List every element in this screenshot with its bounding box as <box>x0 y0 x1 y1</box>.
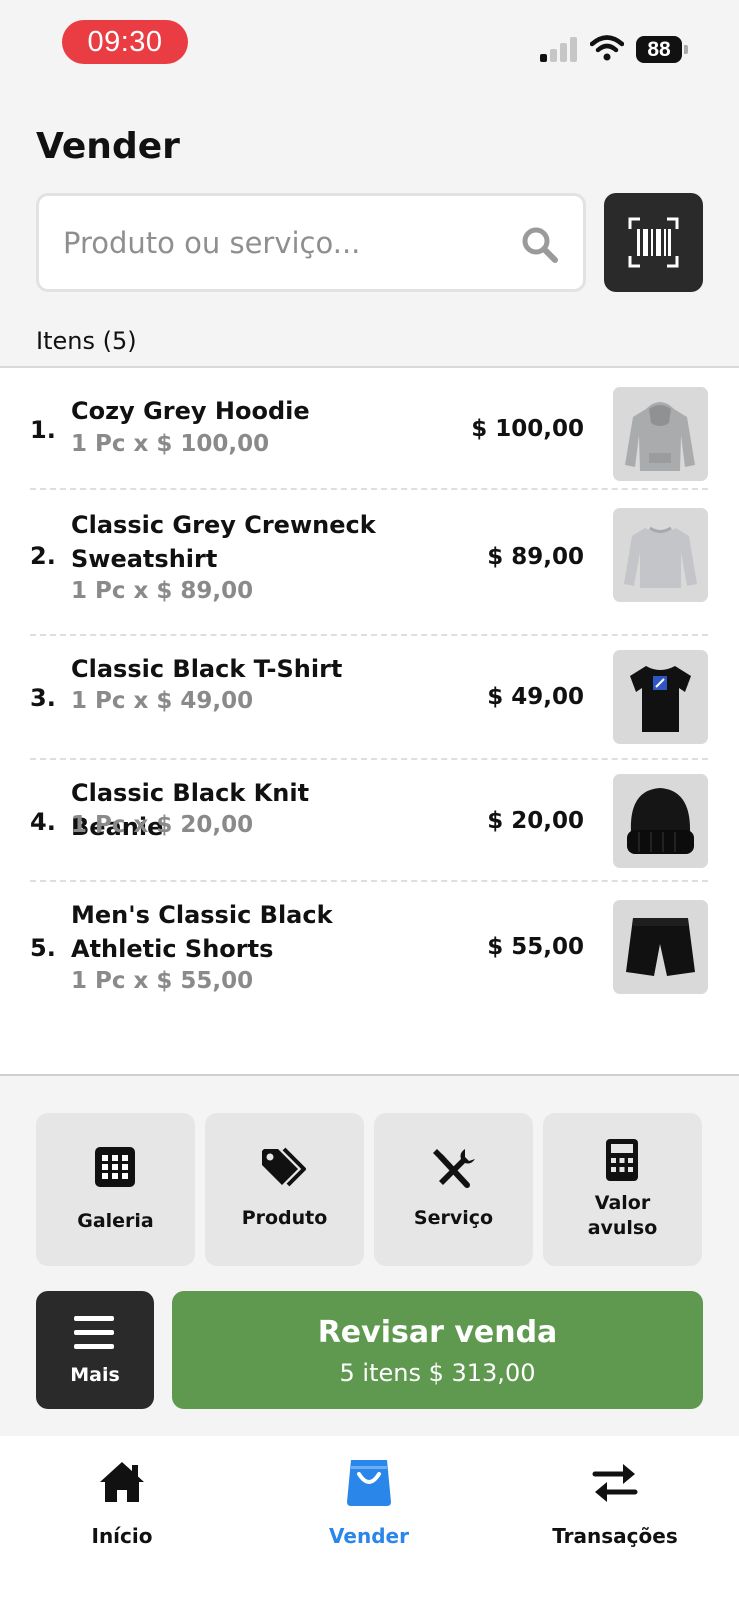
item-index: 1. <box>30 416 56 444</box>
search-icon[interactable] <box>521 226 559 264</box>
product-image-black-tshirt <box>613 650 708 744</box>
product-image-grey-hoodie <box>613 387 708 481</box>
tags-icon <box>262 1147 306 1187</box>
nav-label: Transações <box>552 1524 678 1548</box>
item-total: $ 100,00 <box>471 416 584 442</box>
item-index: 4. <box>30 808 56 836</box>
item-total: $ 89,00 <box>487 544 584 570</box>
list-item[interactable]: 5. Men's Classic Black Athletic Shorts 1… <box>30 898 708 1014</box>
item-quantity: 1 Pc x $ 89,00 <box>71 578 254 604</box>
item-quantity: 1 Pc x $ 20,00 <box>71 812 254 838</box>
review-sale-title: Revisar venda <box>317 1315 558 1350</box>
battery-icon: 88 <box>636 36 688 63</box>
list-item[interactable]: 1. Cozy Grey Hoodie 1 Pc x $ 100,00 $ 10… <box>30 386 708 482</box>
item-quantity: 1 Pc x $ 100,00 <box>71 431 270 457</box>
review-sale-button[interactable]: Revisar venda 5 itens $ 313,00 <box>172 1291 703 1409</box>
tile-service[interactable]: Serviço <box>374 1113 533 1266</box>
shopping-bag-icon <box>347 1460 391 1506</box>
product-image-black-shorts <box>613 900 708 994</box>
item-name: Classic Grey Crewneck Sweatshirt <box>71 511 376 573</box>
tile-gallery[interactable]: Galeria <box>36 1113 195 1266</box>
tile-label: Serviço <box>413 1207 494 1229</box>
more-label: Mais <box>70 1364 120 1386</box>
item-name: Classic Black T-Shirt <box>71 655 343 683</box>
nav-item-transactions[interactable]: Transações <box>515 1460 715 1580</box>
bottom-nav: Início Vender Transações <box>0 1436 739 1600</box>
product-image-grey-sweatshirt <box>613 508 708 602</box>
cellular-signal-icon <box>540 36 578 62</box>
home-icon <box>100 1462 144 1502</box>
nav-item-sell[interactable]: Vender <box>269 1460 469 1580</box>
list-item[interactable]: 3. Classic Black T-Shirt 1 Pc x $ 49,00 … <box>30 650 708 748</box>
nav-label: Vender <box>329 1524 409 1548</box>
item-total: $ 20,00 <box>487 808 584 834</box>
status-time: 09:30 <box>62 20 188 64</box>
item-index: 3. <box>30 684 56 712</box>
search-box[interactable] <box>36 193 586 292</box>
tools-icon <box>433 1149 475 1188</box>
status-bar: 09:30 88 <box>0 0 739 90</box>
barcode-scan-icon <box>628 217 679 268</box>
item-quantity: 1 Pc x $ 49,00 <box>71 688 254 714</box>
battery-level: 88 <box>636 36 682 63</box>
search-input[interactable] <box>63 196 503 289</box>
list-item[interactable]: 2. Classic Grey Crewneck Sweatshirt 1 Pc… <box>30 508 708 624</box>
item-name: Cozy Grey Hoodie <box>71 397 310 425</box>
tile-label: Produto <box>241 1207 328 1229</box>
tile-product[interactable]: Produto <box>205 1113 364 1266</box>
menu-icon <box>74 1316 114 1349</box>
review-sale-summary: 5 itens $ 313,00 <box>339 1359 536 1387</box>
more-button[interactable]: Mais <box>36 1291 154 1409</box>
item-name: Men's Classic Black Athletic Shorts <box>71 901 333 963</box>
cart-items-list: 1. Cozy Grey Hoodie 1 Pc x $ 100,00 $ 10… <box>0 366 739 1076</box>
tile-label: Galeria <box>77 1210 154 1232</box>
wifi-icon <box>590 35 624 61</box>
tile-label: Valor avulso <box>587 1192 658 1239</box>
item-total: $ 55,00 <box>487 934 584 960</box>
tile-custom-value[interactable]: Valor avulso <box>543 1113 702 1266</box>
items-heading: Itens (5) <box>36 327 137 355</box>
nav-label: Início <box>91 1524 153 1548</box>
transfer-arrows-icon <box>592 1464 638 1502</box>
page-title: Vender <box>36 126 180 167</box>
item-total: $ 49,00 <box>487 684 584 710</box>
list-item[interactable]: 4. Classic Black Knit Beanie 1 Pc x $ 20… <box>30 774 708 872</box>
item-index: 5. <box>30 934 56 962</box>
grid-icon <box>95 1147 135 1187</box>
product-image-black-beanie <box>613 774 708 868</box>
item-quantity: 1 Pc x $ 55,00 <box>71 968 254 994</box>
item-index: 2. <box>30 542 56 570</box>
barcode-scan-button[interactable] <box>604 193 703 292</box>
nav-item-home[interactable]: Início <box>22 1460 222 1580</box>
calculator-icon <box>606 1139 638 1181</box>
